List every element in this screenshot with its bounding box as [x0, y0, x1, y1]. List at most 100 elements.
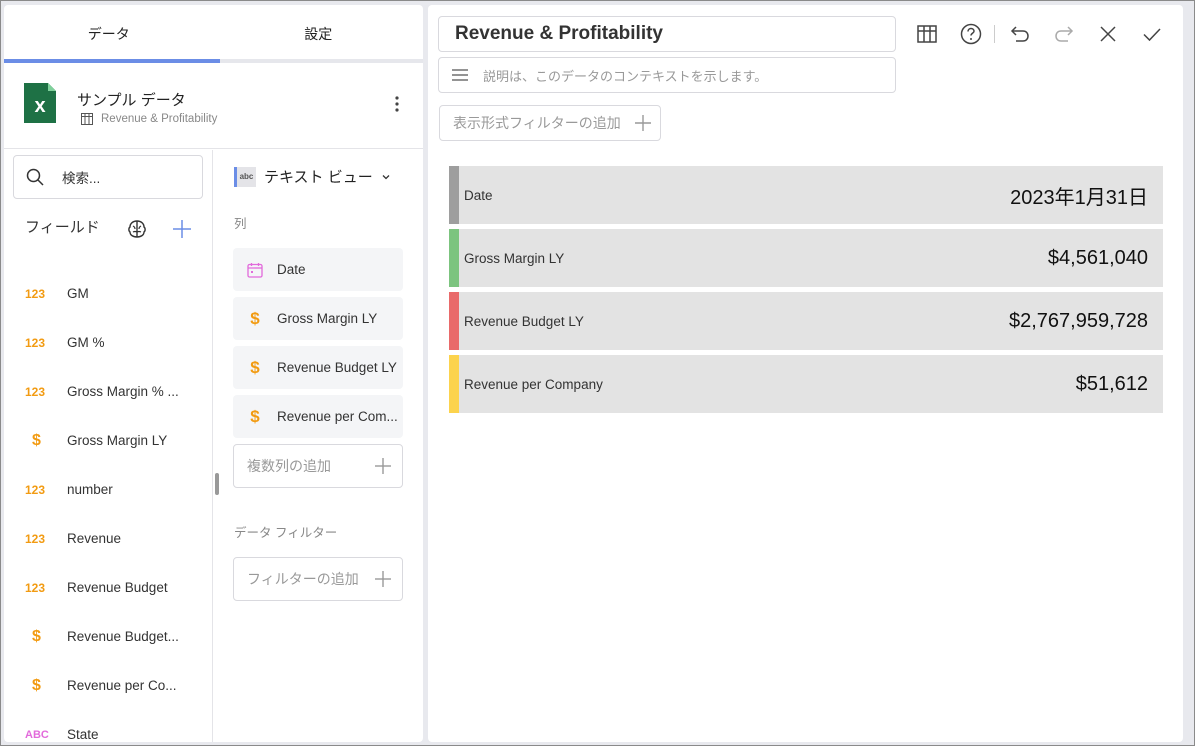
column-name: Revenue per Com...	[277, 409, 398, 424]
field-name: GM %	[67, 335, 105, 350]
plus-icon	[375, 458, 391, 474]
kpi-value: $51,612	[1075, 372, 1148, 395]
field-list: 123 GM 123 GM % 123 Gross Margin % ... $…	[4, 269, 212, 742]
kpi-row-date: Date 2023年1月31日	[449, 166, 1163, 224]
column-name: Revenue Budget LY	[277, 360, 397, 375]
kpi-label: Date	[464, 187, 493, 203]
visualization-type-dropdown[interactable]: abc テキスト ビュー	[234, 166, 391, 187]
field-item-state[interactable]: ABC State	[4, 710, 212, 742]
undo-icon[interactable]	[1008, 22, 1032, 46]
panel-tabs: データ 設定	[4, 5, 423, 63]
field-item-gm-percent[interactable]: 123 GM %	[4, 318, 212, 367]
kpi-color-bar	[449, 229, 459, 287]
field-item-revenue[interactable]: 123 Revenue	[4, 514, 212, 563]
field-name: Gross Margin % ...	[67, 384, 179, 399]
field-name: GM	[67, 286, 89, 301]
search-icon	[26, 168, 44, 186]
preview-panel: Revenue & Profitability 説明は、このデータのコンテキスト…	[428, 5, 1183, 742]
kpi-label: Revenue Budget LY	[464, 313, 584, 329]
table-icon	[81, 113, 93, 125]
description-placeholder: 説明は、このデータのコンテキストを示します。	[483, 68, 768, 84]
add-display-filter-button[interactable]: 表示形式フィルターの追加	[439, 105, 661, 141]
field-item-revenue-budget[interactable]: 123 Revenue Budget	[4, 563, 212, 612]
field-item-number[interactable]: 123 number	[4, 465, 212, 514]
svg-text:x: x	[34, 95, 45, 117]
kpi-color-bar	[449, 292, 459, 350]
field-name: Revenue Budget...	[67, 629, 179, 644]
add-display-filter-label: 表示形式フィルターの追加	[453, 115, 621, 131]
add-columns-label: 複数列の追加	[247, 458, 331, 474]
kpi-value: 2023年1月31日	[1010, 186, 1148, 209]
field-item-gm[interactable]: 123 GM	[4, 269, 212, 318]
redo-icon[interactable]	[1052, 22, 1076, 46]
number-type-icon: 123	[25, 286, 46, 301]
column-item-date[interactable]: Date	[233, 248, 403, 291]
chevron-down-icon	[382, 174, 390, 179]
kpi-row-gross-margin-ly: Gross Margin LY $4,561,040	[449, 229, 1163, 287]
plus-icon	[635, 115, 651, 131]
field-name: Revenue	[67, 531, 122, 546]
number-type-icon: 123	[25, 580, 46, 595]
number-type-icon: 123	[25, 335, 46, 350]
text-type-icon: ABC	[25, 728, 49, 741]
brain-icon[interactable]	[126, 218, 148, 240]
help-icon[interactable]	[959, 22, 983, 46]
add-columns-button[interactable]: 複数列の追加	[233, 444, 403, 488]
field-name: Gross Margin LY	[67, 433, 168, 448]
dollar-icon: $	[250, 308, 260, 328]
kpi-value: $4,561,040	[1047, 246, 1148, 269]
number-type-icon: 123	[25, 384, 46, 399]
currency-type-icon: $	[32, 431, 41, 449]
field-item-revenue-per-company[interactable]: $ Revenue per Co...	[4, 661, 212, 710]
data-filter-section-label: データ フィルター	[234, 526, 338, 540]
data-editor-panel: データ 設定 x サンプル データ Revenue & Profitabilit…	[4, 5, 423, 742]
calendar-icon	[247, 262, 263, 278]
field-name: Revenue Budget	[67, 580, 168, 595]
fields-column: 検索... フィールド 123 GM 123 GM % 123 Gross Ma…	[4, 150, 213, 742]
columns-section-label: 列	[234, 217, 247, 231]
plus-icon	[375, 571, 391, 587]
field-name: Revenue per Co...	[67, 678, 177, 693]
column-item-revenue-per-company[interactable]: $ Revenue per Com...	[233, 395, 403, 438]
tab-data[interactable]: データ	[4, 5, 214, 63]
add-filter-label: フィルターの追加	[247, 571, 359, 587]
column-name: Date	[277, 262, 306, 277]
more-options-icon[interactable]	[390, 93, 404, 115]
search-input[interactable]: 検索...	[13, 155, 203, 199]
close-icon[interactable]	[1096, 22, 1120, 46]
kpi-label: Gross Margin LY	[464, 250, 565, 266]
confirm-check-icon[interactable]	[1140, 22, 1164, 46]
dollar-icon: $	[250, 406, 260, 426]
field-item-gross-margin-ly[interactable]: $ Gross Margin LY	[4, 416, 212, 465]
field-item-gross-margin-percent[interactable]: 123 Gross Margin % ...	[4, 367, 212, 416]
column-item-gross-margin-ly[interactable]: $ Gross Margin LY	[233, 297, 403, 340]
number-type-icon: 123	[25, 482, 46, 497]
field-item-revenue-budget-ly[interactable]: $ Revenue Budget...	[4, 612, 212, 661]
lines-icon	[452, 69, 468, 81]
column-name: Gross Margin LY	[277, 311, 378, 326]
sheet-name: Revenue & Profitability	[101, 113, 218, 125]
kpi-color-bar	[449, 355, 459, 413]
column-item-revenue-budget-ly[interactable]: $ Revenue Budget LY	[233, 346, 403, 389]
number-type-icon: 123	[25, 531, 46, 546]
search-placeholder: 検索...	[62, 171, 101, 186]
excel-icon: x	[24, 83, 56, 123]
field-name: number	[67, 482, 113, 497]
tab-settings[interactable]: 設定	[214, 5, 424, 63]
currency-type-icon: $	[32, 627, 41, 645]
dollar-icon: $	[250, 357, 260, 377]
title-input[interactable]: Revenue & Profitability	[438, 16, 896, 52]
add-filter-button[interactable]: フィルターの追加	[233, 557, 403, 601]
fields-header: フィールド	[25, 219, 100, 236]
description-input[interactable]: 説明は、このデータのコンテキストを示します。	[438, 57, 896, 93]
toolbar-divider	[994, 25, 995, 43]
data-source-name: サンプル データ	[77, 92, 186, 109]
data-source-header: x サンプル データ Revenue & Profitability	[4, 63, 423, 149]
visualization-type-label: テキスト ビュー	[264, 169, 373, 186]
add-field-icon[interactable]	[171, 218, 193, 240]
kpi-row-revenue-budget-ly: Revenue Budget LY $2,767,959,728	[449, 292, 1163, 350]
currency-type-icon: $	[32, 676, 41, 694]
kpi-value: $2,767,959,728	[1008, 309, 1148, 332]
table-view-icon[interactable]	[915, 22, 939, 46]
field-name: State	[67, 727, 99, 742]
